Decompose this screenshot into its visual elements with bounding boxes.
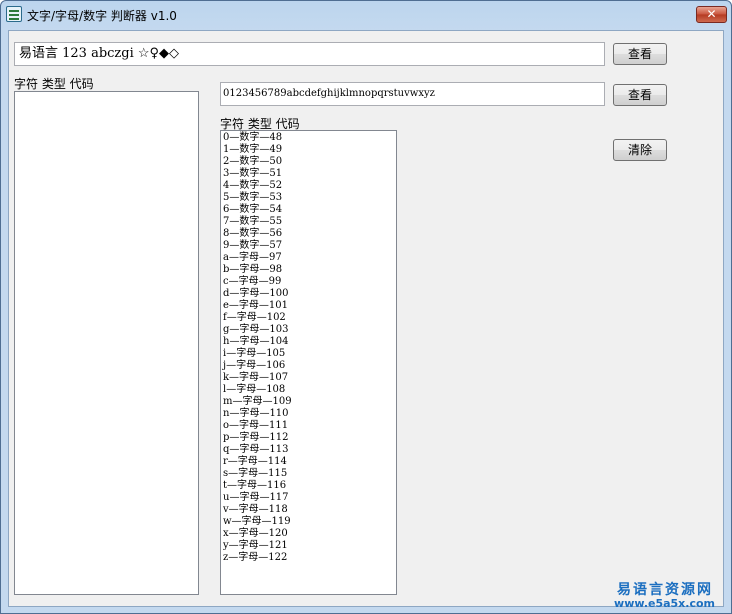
right-list-items: 0—数字—48 1—数字—49 2—数字—50 3—数字—51 4—数字—52 5—数字—…: [221, 131, 396, 564]
view-button-2[interactable]: 查看: [613, 84, 667, 106]
list-item[interactable]: g—字母—103: [223, 324, 396, 336]
list-item[interactable]: z—字母—122: [223, 552, 396, 564]
list-item[interactable]: 4—数字—52: [223, 180, 396, 192]
list-item[interactable]: r—字母—114: [223, 456, 396, 468]
app-window: 文字/字母/数字 判断器 v1.0 ✕ 易语言 123 abczgi ☆♀◆◇ …: [0, 0, 732, 614]
list-item[interactable]: 5—数字—53: [223, 192, 396, 204]
list-item[interactable]: v—字母—118: [223, 504, 396, 516]
list-item[interactable]: 8—数字—56: [223, 228, 396, 240]
window-title: 文字/字母/数字 判断器 v1.0: [27, 9, 177, 23]
list-item[interactable]: e—字母—101: [223, 300, 396, 312]
close-icon: ✕: [706, 7, 717, 21]
close-button[interactable]: ✕: [696, 6, 727, 23]
client-area: 易语言 123 abczgi ☆♀◆◇ 查看 字符 类型 代码 01234567…: [8, 30, 724, 610]
list-item[interactable]: s—字母—115: [223, 468, 396, 480]
list-item[interactable]: 1—数字—49: [223, 144, 396, 156]
list-item[interactable]: 9—数字—57: [223, 240, 396, 252]
list-item[interactable]: x—字母—120: [223, 528, 396, 540]
list-item[interactable]: l—字母—108: [223, 384, 396, 396]
right-result-list[interactable]: 0—数字—48 1—数字—49 2—数字—50 3—数字—51 4—数字—52 5—数字—…: [220, 130, 397, 595]
list-item[interactable]: t—字母—116: [223, 480, 396, 492]
list-item[interactable]: w—字母—119: [223, 516, 396, 528]
list-item[interactable]: m—字母—109: [223, 396, 396, 408]
list-item[interactable]: 2—数字—50: [223, 156, 396, 168]
text-input-main-value: 易语言 123 abczgi ☆♀◆◇: [19, 46, 180, 61]
watermark-url: www.e5a5x.com: [614, 597, 715, 610]
list-item[interactable]: q—字母—113: [223, 444, 396, 456]
title-bar[interactable]: 文字/字母/数字 判断器 v1.0 ✕: [1, 1, 731, 29]
text-input-main[interactable]: 易语言 123 abczgi ☆♀◆◇: [14, 42, 605, 66]
list-item[interactable]: 7—数字—55: [223, 216, 396, 228]
list-item[interactable]: d—字母—100: [223, 288, 396, 300]
clear-button[interactable]: 清除: [613, 139, 667, 161]
left-result-list[interactable]: [14, 91, 199, 595]
list-item[interactable]: 0—数字—48: [223, 132, 396, 144]
view-button-1[interactable]: 查看: [613, 43, 667, 65]
text-input-secondary-value: 0123456789abcdefghijklmnopqrstuvwxyz: [223, 88, 435, 99]
list-item[interactable]: j—字母—106: [223, 360, 396, 372]
list-item[interactable]: h—字母—104: [223, 336, 396, 348]
app-icon: [6, 6, 22, 22]
list-item[interactable]: 3—数字—51: [223, 168, 396, 180]
text-input-secondary[interactable]: 0123456789abcdefghijklmnopqrstuvwxyz: [220, 82, 605, 106]
list-item[interactable]: a—字母—97: [223, 252, 396, 264]
list-item[interactable]: u—字母—117: [223, 492, 396, 504]
list-item[interactable]: o—字母—111: [223, 420, 396, 432]
left-list-header: 字符 类型 代码: [14, 77, 94, 91]
list-item[interactable]: p—字母—112: [223, 432, 396, 444]
list-item[interactable]: 6—数字—54: [223, 204, 396, 216]
list-item[interactable]: y—字母—121: [223, 540, 396, 552]
list-item[interactable]: b—字母—98: [223, 264, 396, 276]
watermark-title: 易语言资源网: [617, 582, 713, 598]
list-item[interactable]: f—字母—102: [223, 312, 396, 324]
list-item[interactable]: n—字母—110: [223, 408, 396, 420]
list-item[interactable]: c—字母—99: [223, 276, 396, 288]
list-item[interactable]: k—字母—107: [223, 372, 396, 384]
list-item[interactable]: i—字母—105: [223, 348, 396, 360]
